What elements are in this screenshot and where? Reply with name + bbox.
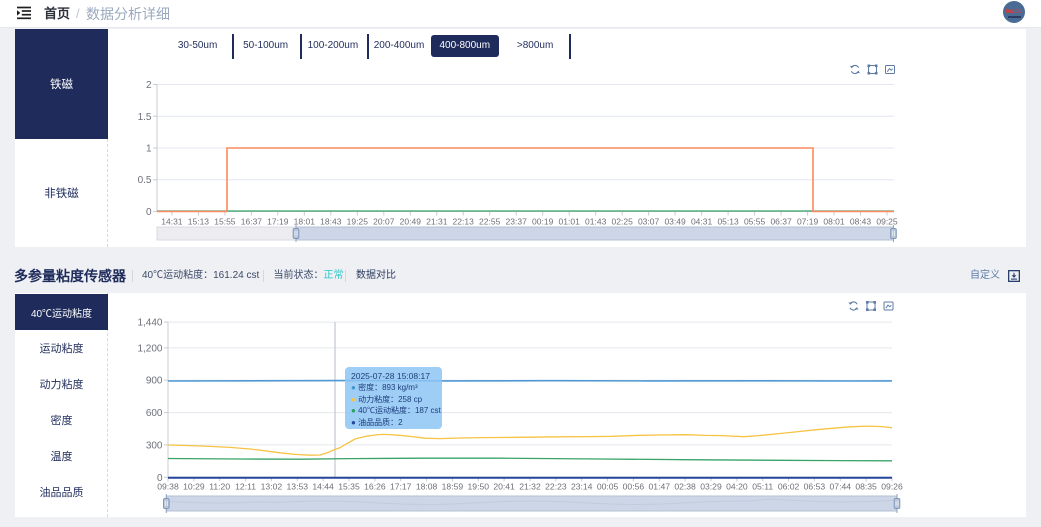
svg-text:02:38: 02:38 <box>674 481 696 491</box>
svg-text:16:37: 16:37 <box>241 217 263 227</box>
svg-text:05:55: 05:55 <box>744 217 766 227</box>
svg-text:18:01: 18:01 <box>294 217 316 227</box>
svg-text:07:19: 07:19 <box>797 217 819 227</box>
svg-text:1,200: 1,200 <box>137 343 162 354</box>
svg-text:01:43: 01:43 <box>585 217 607 227</box>
svg-text:08:01: 08:01 <box>823 217 845 227</box>
svg-text:18:59: 18:59 <box>442 481 464 491</box>
svg-text:15:35: 15:35 <box>338 481 360 491</box>
svg-text:05:13: 05:13 <box>717 217 739 227</box>
svg-text:13:53: 13:53 <box>287 481 309 491</box>
svg-text:10:29: 10:29 <box>183 481 205 491</box>
svg-text:21:32: 21:32 <box>519 481 541 491</box>
svg-text:17:19: 17:19 <box>267 217 289 227</box>
svg-text:15:55: 15:55 <box>214 217 236 227</box>
svg-text:05:11: 05:11 <box>752 481 773 491</box>
svg-text:00:56: 00:56 <box>623 481 645 491</box>
svg-text:17:17: 17:17 <box>390 481 412 491</box>
svg-text:16:26: 16:26 <box>364 481 386 491</box>
svg-text:22:23: 22:23 <box>545 481 567 491</box>
svg-text:19:25: 19:25 <box>347 217 369 227</box>
svg-text:03:29: 03:29 <box>700 481 722 491</box>
svg-text:01:01: 01:01 <box>559 217 581 227</box>
svg-text:1: 1 <box>146 144 152 155</box>
svg-text:600: 600 <box>146 408 163 419</box>
svg-text:11:20: 11:20 <box>209 481 230 491</box>
svg-text:2: 2 <box>146 80 152 91</box>
svg-text:0.5: 0.5 <box>138 175 152 186</box>
svg-text:22:13: 22:13 <box>453 217 475 227</box>
svg-text:900: 900 <box>146 376 163 387</box>
svg-text:01:47: 01:47 <box>649 481 671 491</box>
svg-text:06:37: 06:37 <box>770 217 792 227</box>
svg-text:0: 0 <box>146 207 152 218</box>
svg-text:22:55: 22:55 <box>479 217 501 227</box>
svg-text:00:05: 00:05 <box>597 481 619 491</box>
svg-text:03:07: 03:07 <box>638 217 660 227</box>
svg-text:04:20: 04:20 <box>726 481 748 491</box>
svg-text:08:35: 08:35 <box>855 481 877 491</box>
svg-text:23:37: 23:37 <box>506 217 528 227</box>
svg-text:21:31: 21:31 <box>426 217 448 227</box>
svg-text:15:13: 15:13 <box>188 217 210 227</box>
svg-text:300: 300 <box>146 440 163 451</box>
svg-text:04:31: 04:31 <box>691 217 713 227</box>
svg-text:09:38: 09:38 <box>157 481 179 491</box>
svg-text:08:43: 08:43 <box>850 217 872 227</box>
svg-text:09:25: 09:25 <box>876 217 898 227</box>
svg-text:20:49: 20:49 <box>400 217 422 227</box>
svg-text:1.5: 1.5 <box>138 112 152 123</box>
svg-text:12:11: 12:11 <box>235 481 256 491</box>
svg-text:14:44: 14:44 <box>312 481 334 491</box>
svg-text:20:41: 20:41 <box>493 481 515 491</box>
svg-text:23:14: 23:14 <box>571 481 593 491</box>
svg-text:06:02: 06:02 <box>778 481 800 491</box>
svg-text:14:31: 14:31 <box>161 217 183 227</box>
svg-text:19:50: 19:50 <box>468 481 490 491</box>
svg-text:1,440: 1,440 <box>137 318 162 329</box>
svg-text:00:19: 00:19 <box>532 217 554 227</box>
svg-text:18:43: 18:43 <box>320 217 342 227</box>
svg-text:18:08: 18:08 <box>416 481 438 491</box>
svg-text:13:02: 13:02 <box>261 481 283 491</box>
svg-text:09:26: 09:26 <box>881 481 903 491</box>
svg-text:07:44: 07:44 <box>830 481 852 491</box>
svg-text:20:07: 20:07 <box>373 217 395 227</box>
svg-text:06:53: 06:53 <box>804 481 826 491</box>
svg-text:02:25: 02:25 <box>612 217 634 227</box>
svg-text:03:49: 03:49 <box>664 217 686 227</box>
